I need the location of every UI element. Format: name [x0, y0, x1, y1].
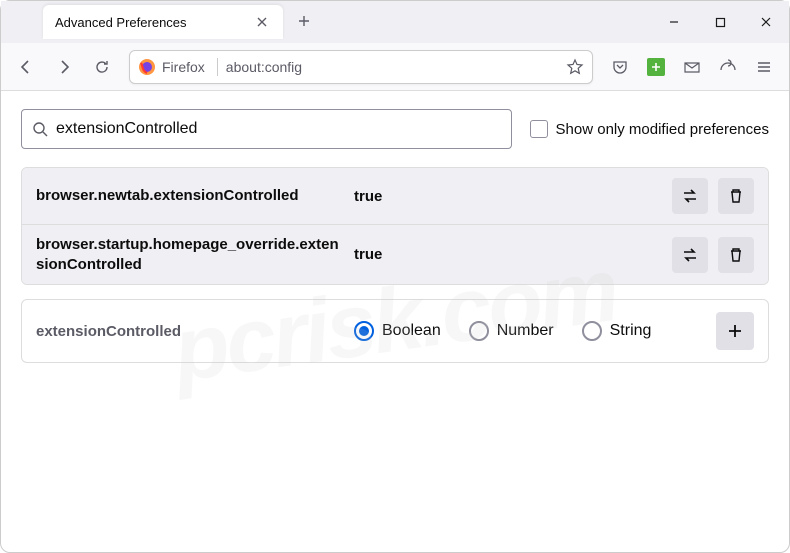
preference-value: true	[354, 246, 382, 263]
navigation-toolbar: Firefox about:config	[1, 43, 789, 91]
preference-row[interactable]: browser.newtab.extensionControlled true	[22, 168, 768, 224]
url-separator	[217, 58, 218, 76]
window-controls	[651, 1, 789, 43]
tab-title: Advanced Preferences	[55, 15, 187, 30]
url-identity: Firefox	[162, 59, 205, 75]
toolbar-right-icons	[603, 50, 781, 84]
preference-search-box[interactable]	[21, 109, 512, 149]
type-radio-group: Boolean Number String	[354, 321, 651, 341]
checkbox-text: Show only modified preferences	[556, 121, 769, 138]
extension-icon[interactable]	[639, 50, 673, 84]
delete-button[interactable]	[718, 178, 754, 214]
titlebar: Advanced Preferences	[1, 1, 789, 43]
new-tab-button[interactable]	[289, 6, 319, 36]
radio-input[interactable]	[469, 321, 489, 341]
maximize-button[interactable]	[697, 5, 743, 39]
search-input[interactable]	[56, 120, 501, 138]
close-window-button[interactable]	[743, 5, 789, 39]
toggle-button[interactable]	[672, 178, 708, 214]
radio-number[interactable]: Number	[469, 321, 554, 341]
menu-button[interactable]	[747, 50, 781, 84]
radio-label: Number	[497, 322, 554, 340]
browser-tab[interactable]: Advanced Preferences	[43, 5, 283, 39]
add-preference-button[interactable]	[716, 312, 754, 350]
preference-actions	[672, 178, 754, 214]
url-text: about:config	[226, 59, 302, 75]
preference-list: browser.newtab.extensionControlled true …	[21, 167, 769, 285]
toggle-button[interactable]	[672, 237, 708, 273]
tab-strip: Advanced Preferences	[1, 1, 319, 43]
radio-boolean[interactable]: Boolean	[354, 321, 441, 341]
forward-button[interactable]	[47, 50, 81, 84]
url-bar[interactable]: Firefox about:config	[129, 50, 593, 84]
reload-button[interactable]	[85, 50, 119, 84]
search-icon	[32, 121, 48, 137]
new-preference-name: extensionControlled	[36, 323, 346, 340]
preference-name: browser.newtab.extensionControlled	[36, 186, 346, 206]
pocket-icon[interactable]	[603, 50, 637, 84]
show-modified-checkbox-label[interactable]: Show only modified preferences	[530, 120, 769, 138]
preference-row[interactable]: browser.startup.homepage_override.extens…	[22, 224, 768, 284]
mail-icon[interactable]	[675, 50, 709, 84]
preference-name: browser.startup.homepage_override.extens…	[36, 235, 346, 274]
content-area: Show only modified preferences browser.n…	[1, 91, 789, 381]
radio-input[interactable]	[582, 321, 602, 341]
radio-label: String	[610, 322, 652, 340]
search-row: Show only modified preferences	[21, 109, 769, 149]
radio-label: Boolean	[382, 322, 441, 340]
radio-string[interactable]: String	[582, 321, 652, 341]
firefox-logo-icon	[138, 58, 156, 76]
preference-actions	[672, 237, 754, 273]
show-modified-checkbox[interactable]	[530, 120, 548, 138]
close-tab-icon[interactable]	[253, 13, 271, 31]
minimize-button[interactable]	[651, 5, 697, 39]
new-preference-row: extensionControlled Boolean Number Strin…	[21, 299, 769, 363]
bookmark-star-icon[interactable]	[566, 58, 584, 76]
preference-value: true	[354, 188, 382, 205]
account-icon[interactable]	[711, 50, 745, 84]
back-button[interactable]	[9, 50, 43, 84]
radio-input[interactable]	[354, 321, 374, 341]
delete-button[interactable]	[718, 237, 754, 273]
